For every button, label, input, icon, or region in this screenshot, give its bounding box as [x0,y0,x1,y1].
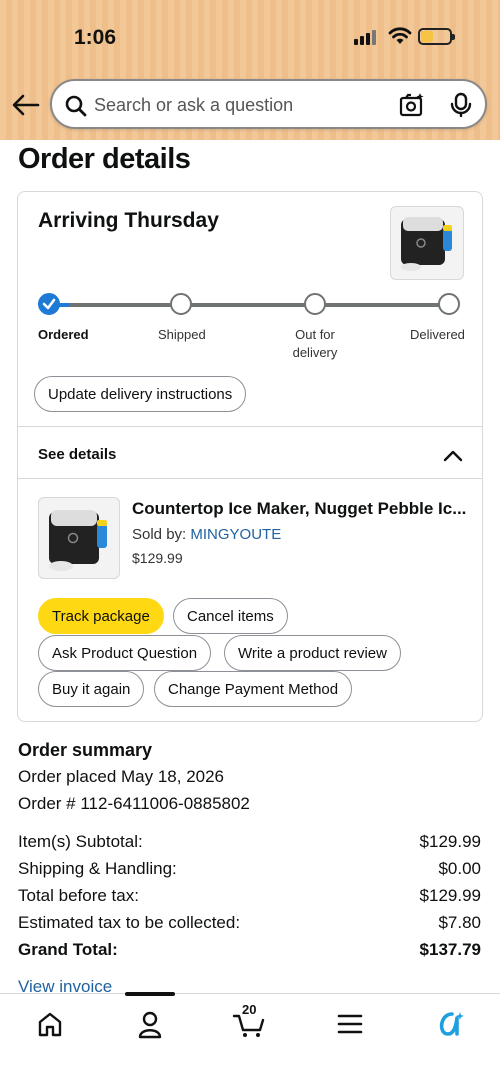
status-bar: 1:06 [0,0,500,140]
order-placed-date: Order placed May 18, 2026 [18,767,225,786]
cellular-signal-icon [354,29,378,45]
buy-it-again-button[interactable]: Buy it again [38,671,145,707]
bottom-navigation: 20 [0,992,500,1086]
item-title[interactable]: Countertop Ice Maker, Nugget Pebble Ic..… [132,499,472,519]
step-out-for-delivery-dot [304,293,326,315]
subtotal-value: $129.99 [419,832,481,851]
product-thumbnail[interactable] [390,206,464,280]
chevron-up-icon[interactable] [442,446,464,466]
order-number: Order # 112-6411006-0885802 [18,794,250,813]
sold-by-label: Sold by: [132,526,187,543]
menu-icon[interactable] [330,1008,370,1040]
status-time: 1:06 [74,26,117,49]
before-tax-label: Total before tax: [18,886,139,905]
write-review-button[interactable]: Write a product review [224,635,401,671]
ask-product-question-button[interactable]: Ask Product Question [38,635,212,671]
subtotal-label: Item(s) Subtotal: [18,832,143,851]
item-price: $129.99 [132,550,183,566]
back-arrow-icon[interactable] [10,92,42,118]
seller-link[interactable]: MINGYOUTE [190,526,281,543]
tax-value: $7.80 [438,913,481,932]
wifi-icon [388,27,412,44]
divider [18,426,482,427]
track-package-button[interactable]: Track package [38,598,164,634]
tax-label: Estimated tax to be collected: [18,913,241,932]
divider [18,478,482,479]
step-delivered-dot [438,293,460,315]
before-tax-value: $129.99 [419,886,481,905]
item-image[interactable] [38,497,120,579]
cart-count-badge: 20 [242,1002,257,1017]
step-label-shipped: Shipped [158,327,206,342]
battery-icon [418,28,455,45]
rufus-icon[interactable] [430,1008,470,1040]
step-label-delivered: Delivered [410,327,465,342]
shipping-value: $0.00 [438,859,481,878]
search-icon [65,95,87,117]
shipping-label: Shipping & Handling: [18,859,177,878]
update-delivery-instructions-button[interactable]: Update delivery instructions [34,376,247,412]
see-details-toggle[interactable]: See details [38,446,116,463]
step-label-ordered: Ordered [38,327,89,342]
cart-button[interactable]: 20 [230,1002,270,1040]
search-bar[interactable] [50,79,487,129]
search-input[interactable] [94,93,384,117]
order-summary-heading: Order summary [18,740,153,760]
home-icon[interactable] [30,1008,70,1040]
camera-scan-icon[interactable] [398,92,426,118]
active-tab-indicator [125,992,175,996]
shipment-card: Arriving Thursday Ordered Shipped Out fo… [17,191,483,722]
change-payment-method-button[interactable]: Change Payment Method [154,671,353,707]
grand-total-value: $137.79 [419,940,481,959]
step-shipped-dot [170,293,192,315]
step-label-out-for-delivery: Out for delivery [292,327,338,360]
arrival-status: Arriving Thursday [38,209,219,232]
sold-by: Sold by: MINGYOUTE [132,526,281,543]
step-ordered-check-icon [38,293,60,315]
grand-total-label: Grand Total: [18,940,118,959]
microphone-icon[interactable] [450,92,472,118]
delivery-progress-tracker: Ordered Shipped Out for delivery Deliver… [38,292,465,362]
cancel-items-button[interactable]: Cancel items [173,598,288,634]
page-title: Order details [18,143,191,175]
account-icon[interactable] [130,1008,170,1040]
